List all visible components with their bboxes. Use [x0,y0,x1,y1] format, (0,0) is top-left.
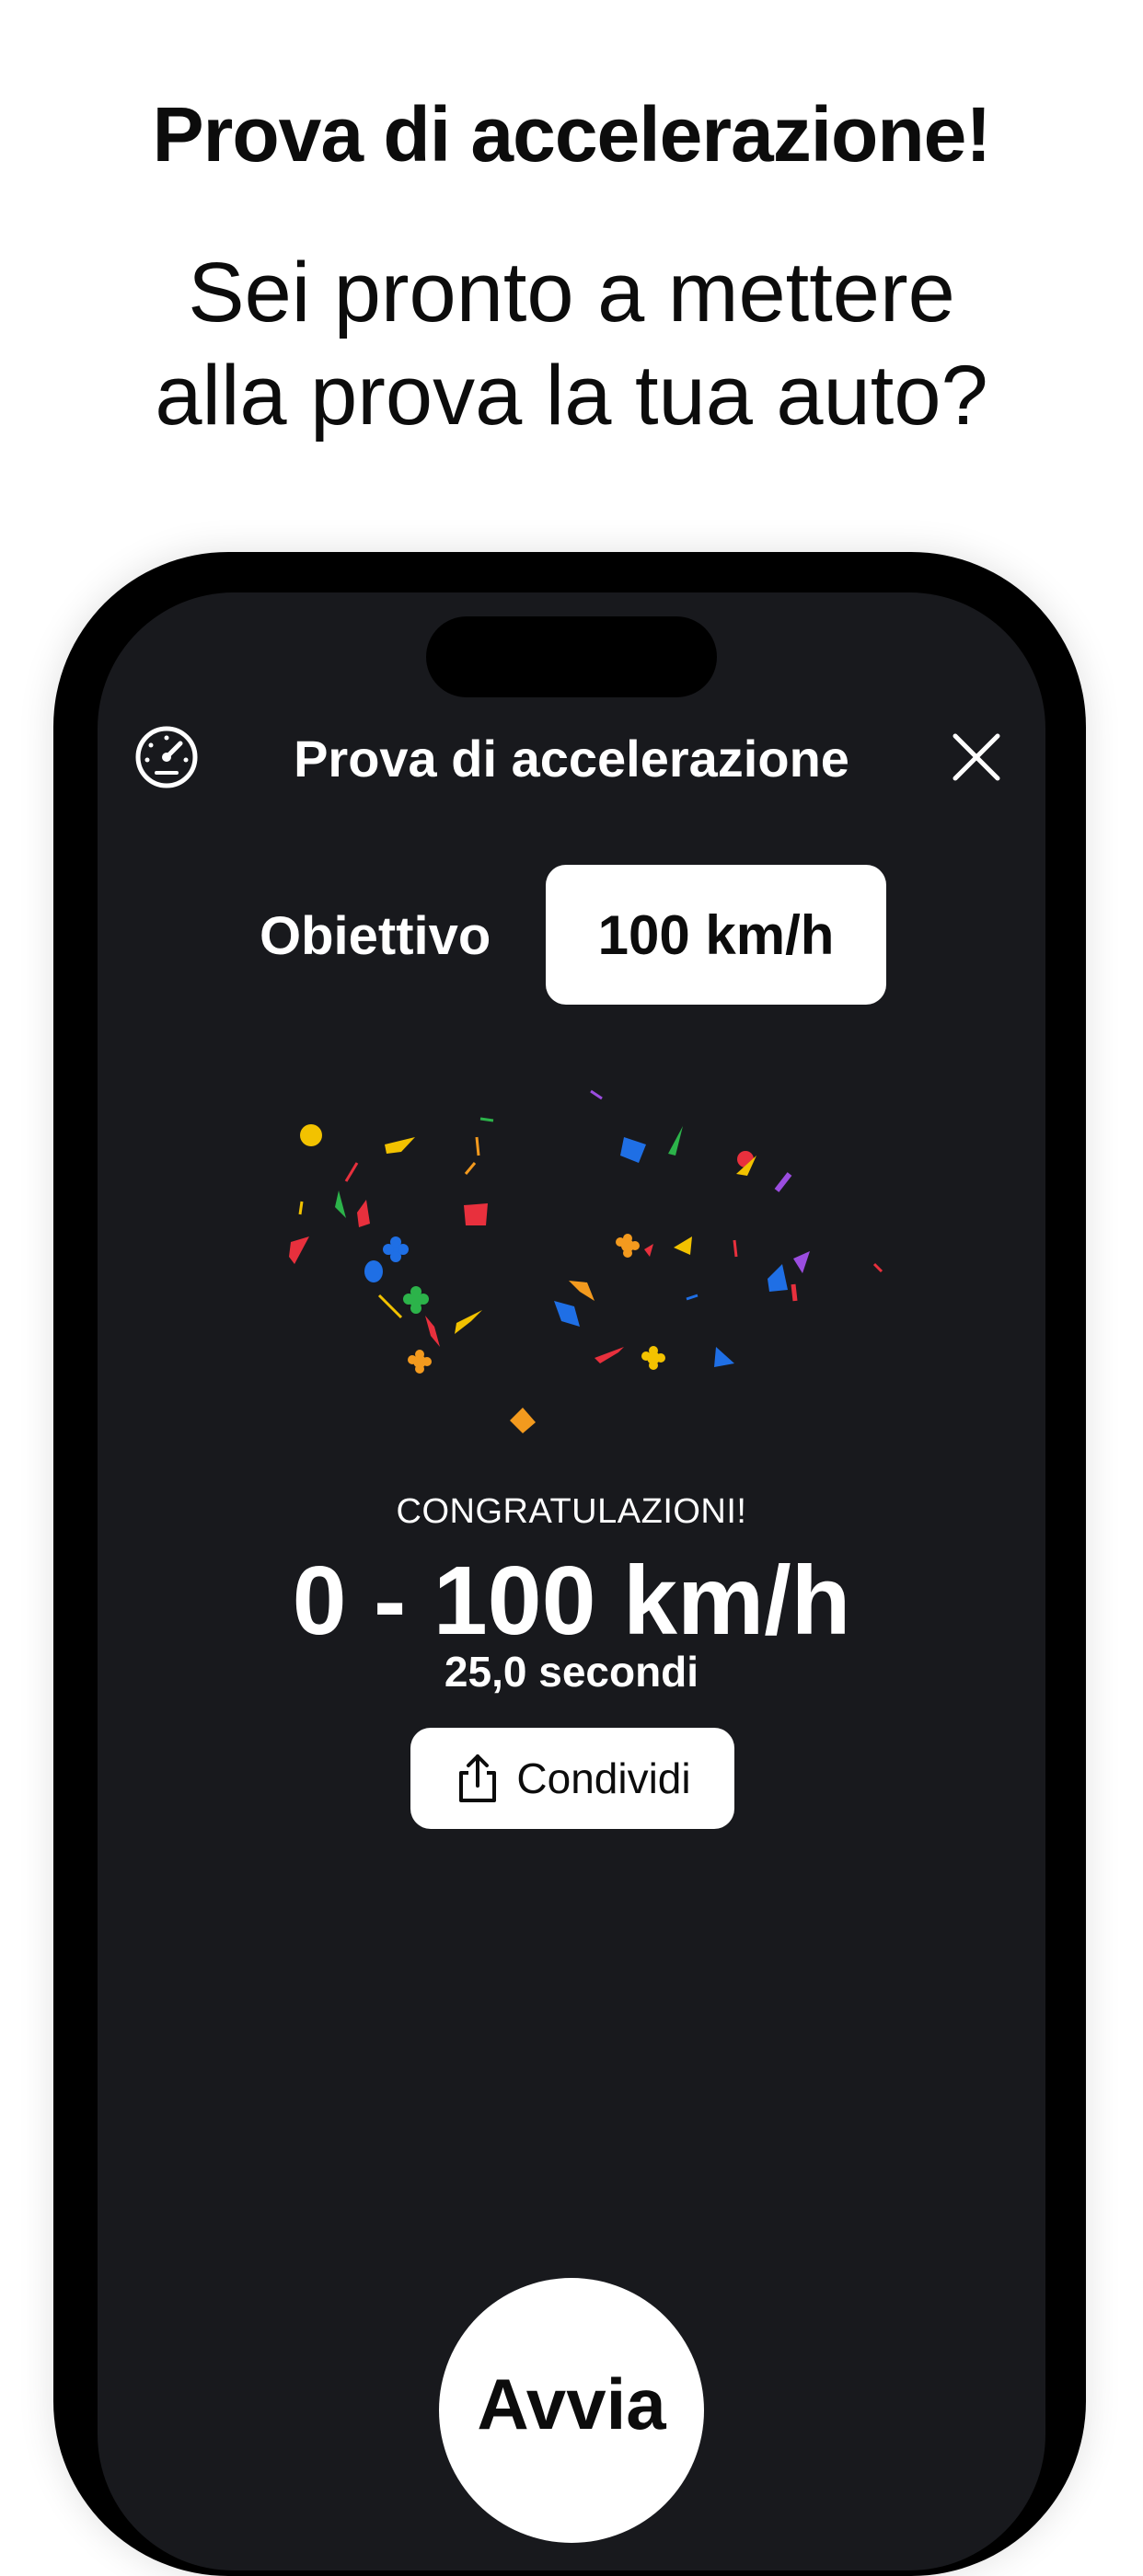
result-speed-range: 0 - 100 km/h [292,1547,851,1655]
goal-label: Obiettivo [260,906,491,966]
start-button-label: Avvia [477,2363,666,2444]
share-button[interactable]: Condividi [410,1728,734,1829]
goal-speed-value: 100 km/h [597,903,835,966]
promo-subtitle-line-2: alla prova la tua auto? [155,349,988,443]
screen-title: Prova di accelerazione [294,730,849,788]
dynamic-island [426,616,717,697]
start-button[interactable]: Avvia [439,2278,704,2543]
share-button-label: Condividi [516,1754,691,1802]
result-time: 25,0 secondi [444,1648,699,1696]
goal-speed-selector[interactable]: 100 km/h [546,865,886,1005]
confetti-animation [289,1089,883,1433]
close-icon[interactable] [950,730,1003,784]
promo-subtitle: Sei pronto a mettere alla prova la tua a… [0,241,1143,447]
promo-title: Prova di accelerazione! [152,91,992,178]
share-icon [459,1754,497,1802]
phone-screen: Prova di accelerazione Obiettivo 100 km/… [98,592,1045,2570]
congratulations-text: CONGRATULAZIONI! [396,1492,747,1531]
promo-subtitle-line-1: Sei pronto a mettere [188,246,955,339]
